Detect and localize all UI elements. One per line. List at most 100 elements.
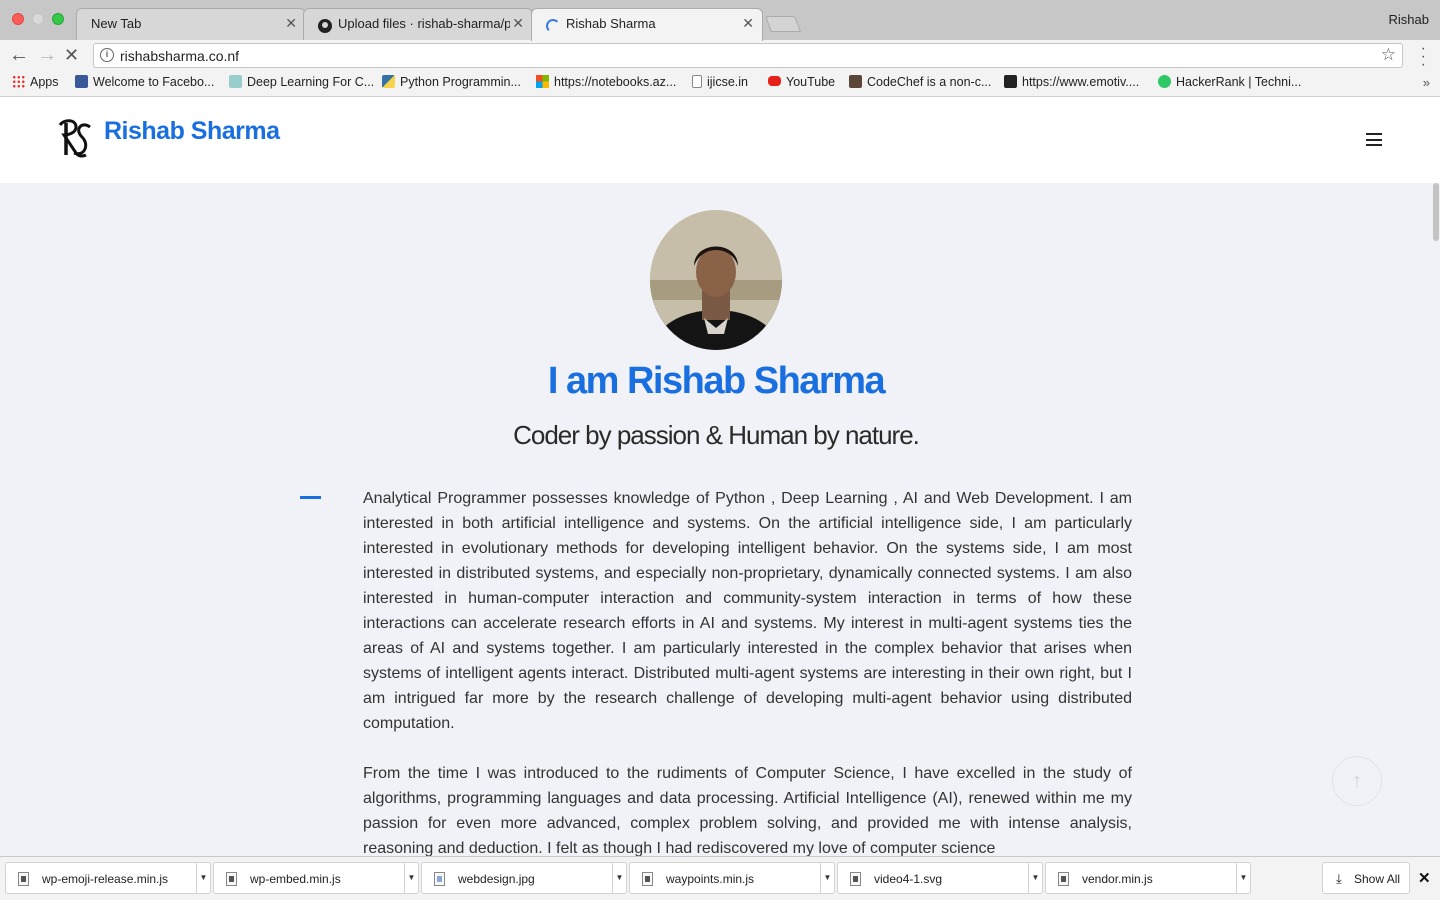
- download-filename: video4-1.svg: [874, 872, 943, 886]
- show-all-label: Show All: [1354, 872, 1401, 886]
- download-item[interactable]: webdesign.jpg ▼: [421, 862, 627, 894]
- tab-rishab-sharma[interactable]: Rishab Sharma ✕: [531, 8, 763, 41]
- download-item[interactable]: vendor.min.js ▼: [1045, 862, 1251, 894]
- tab-github-upload[interactable]: Upload files · rishab-sharma/p ✕: [303, 8, 533, 40]
- file-icon: [1058, 872, 1069, 886]
- profile-photo: [650, 210, 782, 350]
- bookmark-icon: [229, 75, 242, 88]
- facebook-icon: [75, 75, 88, 88]
- bookmark-facebook[interactable]: Welcome to Facebo...: [75, 75, 214, 89]
- hamburger-menu-icon[interactable]: [1366, 133, 1382, 146]
- tab-close-icon[interactable]: ✕: [742, 15, 754, 32]
- bookmark-apps[interactable]: Apps: [12, 75, 59, 89]
- hackerrank-icon: [1158, 75, 1171, 88]
- bookmark-label: Python Programmin...: [400, 75, 521, 89]
- bookmark-deep-learning[interactable]: Deep Learning For C...: [229, 75, 374, 89]
- file-icon: [642, 872, 653, 886]
- back-arrow-icon[interactable]: ←: [9, 45, 29, 65]
- browser-menu-icon[interactable]: · · ·: [1421, 41, 1426, 73]
- url-text[interactable]: rishabsharma.co.nf: [120, 48, 239, 64]
- tab-title: New Tab: [91, 16, 142, 31]
- chevron-down-icon[interactable]: ▼: [820, 863, 834, 893]
- download-filename: webdesign.jpg: [458, 872, 535, 886]
- stop-loading-icon[interactable]: ✕: [64, 45, 79, 65]
- tab-close-icon[interactable]: ✕: [512, 15, 524, 32]
- file-icon: [850, 872, 861, 886]
- minimize-window-button[interactable]: [32, 13, 44, 25]
- tab-close-icon[interactable]: ✕: [285, 15, 297, 32]
- scroll-to-top-button[interactable]: ↑: [1332, 756, 1382, 806]
- download-item[interactable]: video4-1.svg ▼: [837, 862, 1043, 894]
- chevron-down-icon[interactable]: ▼: [1236, 863, 1250, 893]
- about-paragraph: From the time I was introduced to the ru…: [363, 765, 1132, 857]
- github-icon: [318, 19, 332, 33]
- page-scrollbar[interactable]: [1431, 183, 1440, 856]
- chevron-down-icon[interactable]: ▼: [1028, 863, 1042, 893]
- bookmark-emotiv[interactable]: https://www.emotiv....: [1004, 75, 1139, 89]
- bookmarks-overflow-icon[interactable]: »: [1423, 75, 1430, 90]
- download-filename: wp-embed.min.js: [250, 872, 341, 886]
- python-icon: [382, 75, 395, 88]
- site-logo-text[interactable]: Rishab Sharma: [104, 117, 280, 146]
- close-downloads-icon[interactable]: ✕: [1418, 869, 1431, 887]
- hero-subtitle: Coder by passion & Human by nature.: [513, 420, 920, 450]
- bookmark-python[interactable]: Python Programmin...: [382, 75, 521, 89]
- page-icon: [692, 75, 702, 88]
- download-filename: vendor.min.js: [1082, 872, 1153, 886]
- download-item[interactable]: wp-emoji-release.min.js ▼: [5, 862, 211, 894]
- bookmark-star-icon[interactable]: ☆: [1381, 45, 1396, 65]
- profile-name[interactable]: Rishab: [1389, 12, 1429, 27]
- tab-title: Upload files · rishab-sharma/p: [338, 16, 510, 31]
- rs-monogram-logo-icon[interactable]: [54, 117, 96, 159]
- download-icon: ⤓: [1336, 871, 1342, 886]
- show-all-downloads-button[interactable]: ⤓ Show All: [1322, 862, 1410, 894]
- scrollbar-thumb[interactable]: [1433, 183, 1439, 241]
- bookmark-notebooks[interactable]: https://notebooks.az...: [536, 75, 676, 89]
- address-bar[interactable]: i rishabsharma.co.nf ☆: [93, 43, 1403, 68]
- bookmark-label: HackerRank | Techni...: [1176, 75, 1302, 89]
- arrow-up-icon: ↑: [1352, 770, 1362, 792]
- loading-spinner-icon: [546, 19, 560, 33]
- bookmarks-bar: Apps Welcome to Facebo... Deep Learning …: [0, 72, 1440, 97]
- browser-titlebar: New Tab ✕ Upload files · rishab-sharma/p…: [0, 0, 1440, 41]
- forward-arrow-icon[interactable]: →: [37, 45, 57, 65]
- browser-toolbar: ← → ✕ i rishabsharma.co.nf ☆ · · ·: [0, 40, 1440, 73]
- bookmark-label: ijicse.in: [707, 75, 748, 89]
- bookmark-label: Deep Learning For C...: [247, 75, 375, 89]
- codechef-icon: [849, 75, 862, 88]
- downloads-shelf: wp-emoji-release.min.js ▼ wp-embed.min.j…: [0, 856, 1440, 900]
- download-filename: wp-emoji-release.min.js: [42, 872, 169, 886]
- youtube-icon: [768, 76, 781, 86]
- bookmark-label: Apps: [30, 75, 59, 89]
- download-item[interactable]: waypoints.min.js ▼: [629, 862, 835, 894]
- tab-new-tab[interactable]: New Tab ✕: [76, 8, 306, 40]
- bookmark-label: CodeChef is a non-c...: [867, 75, 992, 89]
- new-tab-button[interactable]: [765, 16, 801, 32]
- chevron-down-icon[interactable]: ▼: [196, 863, 210, 893]
- bookmark-codechef[interactable]: CodeChef is a non-c...: [849, 75, 991, 89]
- about-paragraph: Analytical Programmer possesses knowledg…: [363, 490, 1132, 732]
- download-item[interactable]: wp-embed.min.js ▼: [213, 862, 419, 894]
- emotiv-icon: [1004, 75, 1017, 88]
- close-window-button[interactable]: [12, 13, 24, 25]
- chevron-down-icon[interactable]: ▼: [612, 863, 626, 893]
- bookmark-label: https://www.emotiv....: [1022, 75, 1140, 89]
- bookmark-label: Welcome to Facebo...: [93, 75, 215, 89]
- site-info-icon[interactable]: i: [100, 48, 114, 62]
- bookmark-label: YouTube: [786, 75, 836, 89]
- file-icon: [226, 872, 237, 886]
- hero-title: I am Rishab Sharma: [547, 360, 886, 402]
- accent-dash: [300, 496, 321, 499]
- apps-grid-icon: [12, 75, 25, 88]
- bookmark-hackerrank[interactable]: HackerRank | Techni...: [1158, 75, 1301, 89]
- bookmark-label: https://notebooks.az...: [554, 75, 677, 89]
- chevron-down-icon[interactable]: ▼: [404, 863, 418, 893]
- bookmark-ijicse[interactable]: ijicse.in: [692, 75, 748, 89]
- bookmark-youtube[interactable]: YouTube: [768, 75, 835, 89]
- profile-avatar: [650, 210, 782, 350]
- maximize-window-button[interactable]: [52, 13, 64, 25]
- site-header: Rishab Sharma: [0, 97, 1440, 183]
- download-filename: waypoints.min.js: [666, 872, 755, 886]
- image-file-icon: [434, 872, 445, 886]
- file-icon: [18, 872, 29, 886]
